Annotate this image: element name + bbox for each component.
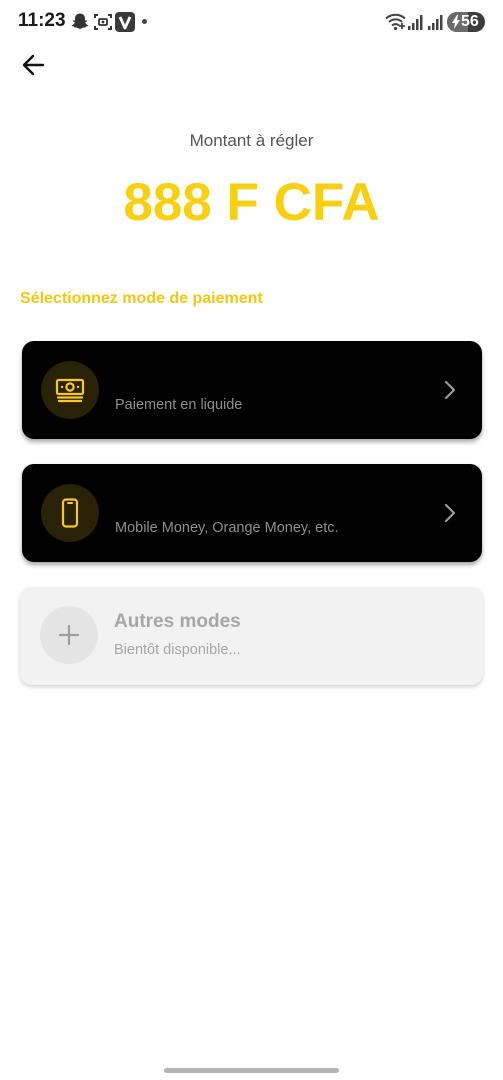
signal-icon-2 bbox=[428, 15, 443, 30]
other-modes-subtitle: Bientôt disponible... bbox=[114, 642, 241, 658]
mobile-phone-icon bbox=[61, 498, 79, 528]
cash-icon-circle bbox=[41, 361, 99, 419]
amount-label: Montant à régler bbox=[189, 131, 314, 150]
plus-icon bbox=[58, 624, 80, 646]
chevron-right-icon bbox=[444, 503, 456, 523]
mobile-icon-circle bbox=[41, 484, 99, 542]
plus-icon-circle bbox=[40, 606, 98, 664]
snapchat-icon bbox=[71, 13, 89, 29]
payment-option-cash[interactable]: Paiement en liquide bbox=[22, 341, 482, 439]
payment-option-mobile-money[interactable]: Mobile Money, Orange Money, etc. bbox=[22, 464, 482, 562]
section-title: Sélectionnez mode de paiement bbox=[20, 290, 263, 307]
status-time: 11:23 bbox=[18, 10, 66, 31]
screenshot-icon bbox=[94, 14, 112, 30]
notification-dot bbox=[142, 19, 147, 24]
payment-option-subtitle: Paiement en liquide bbox=[115, 397, 243, 413]
bolt-icon bbox=[452, 15, 460, 29]
chevron-right-icon bbox=[444, 380, 456, 400]
payment-option-other-modes: Autres modes Bientôt disponible... bbox=[20, 587, 483, 685]
signal-icon bbox=[408, 15, 423, 30]
v-app-icon bbox=[115, 12, 135, 32]
battery-icon: 56 bbox=[447, 12, 485, 32]
amount-value: 888 F CFA bbox=[123, 173, 380, 232]
cash-icon bbox=[55, 378, 85, 403]
other-modes-title: Autres modes bbox=[114, 611, 241, 632]
arrow-left-icon bbox=[22, 54, 45, 76]
status-bar: 11:23 56 bbox=[0, 0, 503, 44]
back-button[interactable] bbox=[18, 50, 52, 80]
payment-option-subtitle: Mobile Money, Orange Money, etc. bbox=[115, 520, 339, 536]
battery-level: 56 bbox=[461, 13, 479, 30]
payment-screen: 11:23 56 Montant à régler 888 F CFA Séle… bbox=[0, 0, 503, 1080]
wifi-icon bbox=[385, 13, 406, 31]
home-indicator[interactable] bbox=[164, 1068, 339, 1073]
